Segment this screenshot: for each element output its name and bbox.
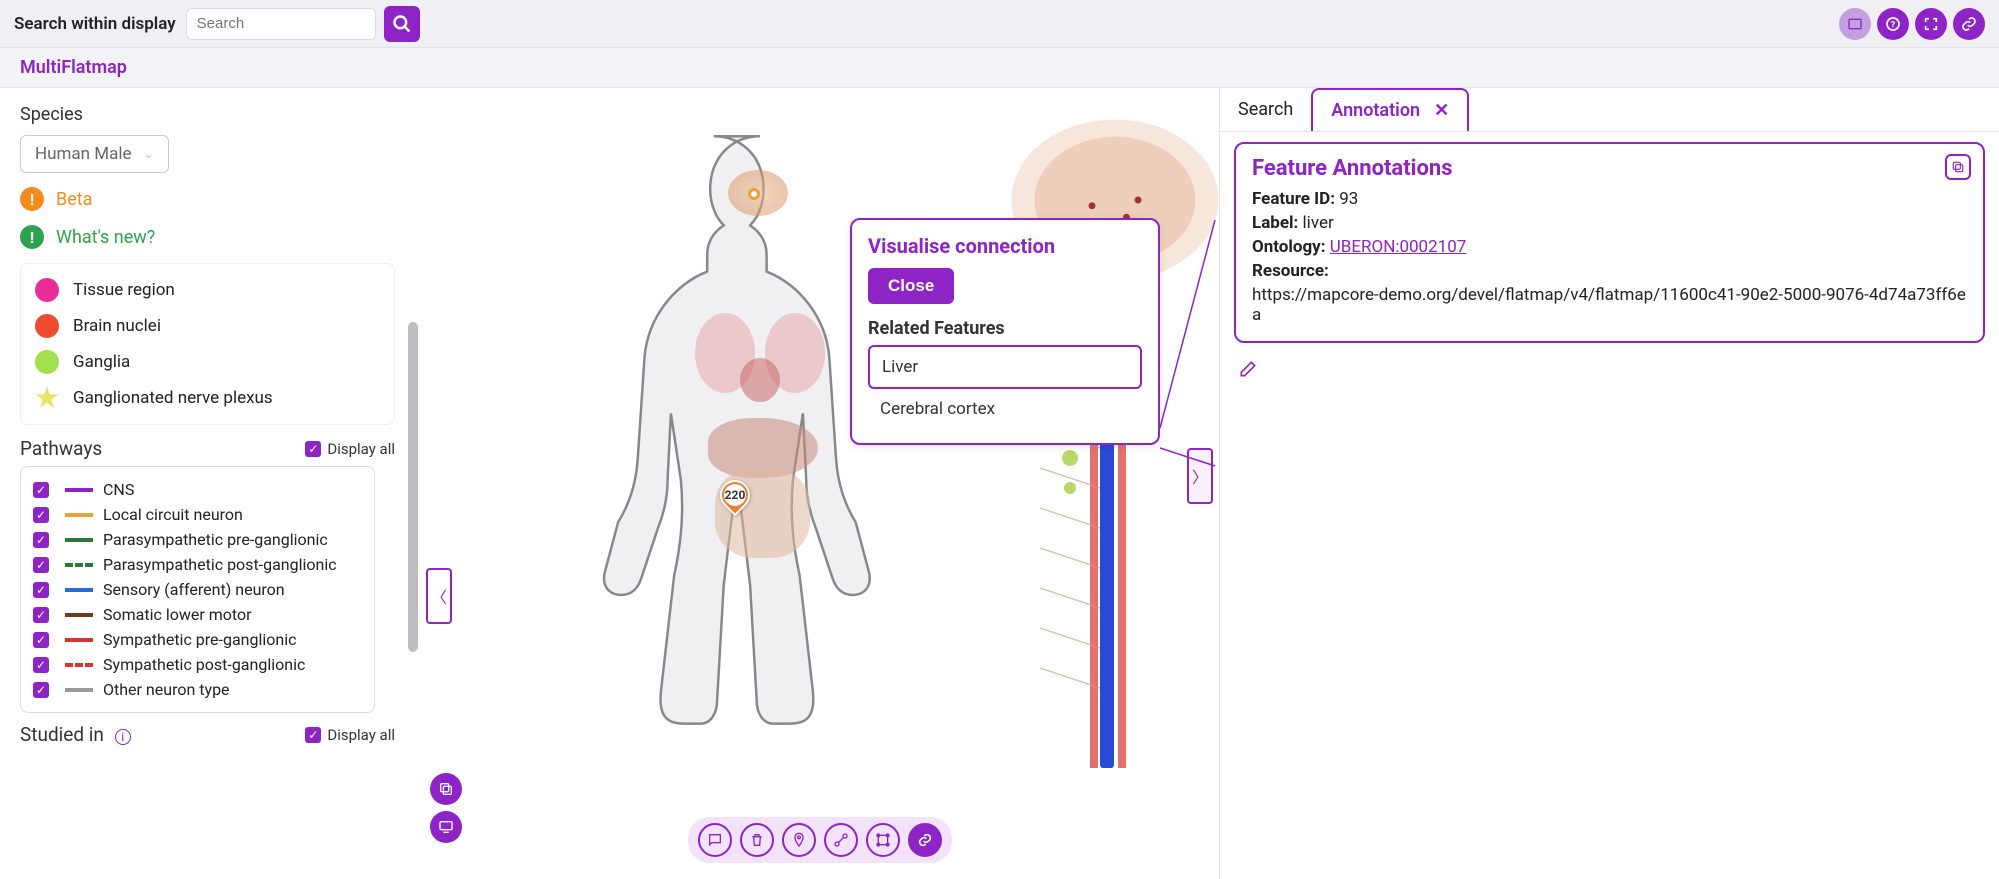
legend-item[interactable]: Tissue region [27, 272, 380, 308]
exclaim-icon: ! [20, 187, 44, 211]
legend: Tissue regionBrain nucleiGangliaGanglion… [20, 263, 395, 425]
pathway-swatch [65, 563, 93, 567]
species-select[interactable]: Human Male ⌄ [20, 135, 169, 173]
legend-dot [35, 278, 59, 302]
tab-search[interactable]: Search [1220, 88, 1311, 131]
annotation-card: Feature Annotations Feature ID: 93 Label… [1234, 142, 1985, 343]
pathway-swatch [65, 513, 93, 517]
edit-icon[interactable] [1238, 359, 1260, 381]
pathway-swatch [65, 588, 93, 592]
svg-text:?: ? [1891, 19, 1896, 30]
page-title: MultiFlatmap [20, 57, 127, 78]
checkbox[interactable] [33, 582, 49, 598]
species-value: Human Male [35, 144, 132, 164]
resource-url: https://mapcore-demo.org/devel/flatmap/v… [1252, 285, 1967, 325]
subheader: MultiFlatmap [0, 48, 1999, 88]
chevron-down-icon: ⌄ [144, 147, 154, 161]
link-tool-icon[interactable] [908, 823, 942, 857]
fullscreen-icon[interactable] [1915, 8, 1947, 40]
pathways-label: Pathways [20, 437, 102, 460]
close-button[interactable]: Close [868, 268, 954, 304]
related-feature-item[interactable]: Cerebral cortex [868, 389, 1142, 429]
pathway-item[interactable]: Sympathetic post-ganglionic [33, 652, 362, 677]
pathway-swatch [65, 638, 93, 642]
canvas-controls [430, 767, 462, 849]
legend-item[interactable]: Brain nuclei [27, 308, 380, 344]
close-icon[interactable]: ✕ [1434, 100, 1449, 121]
copy-view-icon[interactable] [430, 773, 462, 805]
star-icon [35, 386, 59, 410]
tab-annotation[interactable]: Annotation ✕ [1311, 88, 1469, 131]
studied-in-label: Studied in i [20, 723, 131, 746]
exclaim-icon: ! [20, 225, 44, 249]
monitor-icon[interactable] [430, 811, 462, 843]
pathway-item[interactable]: Sensory (afferent) neuron [33, 577, 362, 602]
panel-tabs: Search Annotation ✕ [1220, 88, 1999, 132]
pathway-item[interactable]: Parasympathetic pre-ganglionic [33, 527, 362, 552]
copy-icon[interactable] [1945, 154, 1971, 180]
pathway-item[interactable]: Somatic lower motor [33, 602, 362, 627]
trash-icon[interactable] [740, 823, 774, 857]
related-feature-item[interactable]: Liver [868, 345, 1142, 389]
checkbox[interactable] [33, 532, 49, 548]
visualise-popup: Visualise connection Close Related Featu… [850, 218, 1160, 445]
flatmap-canvas[interactable]: 〈 [420, 88, 1219, 879]
pathway-swatch [65, 488, 93, 492]
checkbox[interactable] [33, 632, 49, 648]
display-all-checkbox[interactable]: Display all [305, 726, 395, 744]
map-marker[interactable]: 220 [720, 480, 750, 510]
whats-new-link[interactable]: What's new? [56, 227, 155, 248]
species-label: Species [20, 104, 420, 125]
search-button[interactable] [384, 6, 420, 42]
checkbox[interactable] [33, 607, 49, 623]
pathway-item[interactable]: CNS [33, 477, 362, 502]
sidebar: Species Human Male ⌄ ! Beta ! What's new… [0, 88, 420, 879]
heart [740, 358, 780, 402]
pathway-item[interactable]: Sympathetic pre-ganglionic [33, 627, 362, 652]
pathway-swatch [65, 663, 93, 667]
help-icon[interactable]: ? [1877, 8, 1909, 40]
annotation-toolbar [688, 817, 952, 863]
right-panel: Search Annotation ✕ Feature Annotations … [1219, 88, 1999, 879]
checkbox[interactable] [33, 657, 49, 673]
pathway-swatch [65, 538, 93, 542]
legend-item[interactable]: Ganglionated nerve plexus [27, 380, 380, 416]
info-icon[interactable]: i [115, 729, 131, 745]
search-icon [392, 14, 412, 34]
connector [1160, 218, 1220, 468]
layout-icon[interactable] [1839, 8, 1871, 40]
bounds-icon[interactable] [866, 823, 900, 857]
display-all-checkbox[interactable]: Display all [305, 440, 395, 458]
search-within-label: Search within display [14, 14, 176, 34]
scrollbar[interactable] [408, 322, 418, 652]
checkbox[interactable] [33, 482, 49, 498]
legend-item[interactable]: Ganglia [27, 344, 380, 380]
topbar: Search within display ? [0, 0, 1999, 48]
collapse-sidebar-button[interactable]: 〈 [426, 568, 452, 624]
checkbox[interactable] [33, 557, 49, 573]
legend-dot [35, 350, 59, 374]
pathway-swatch [65, 688, 93, 692]
annotation-title: Feature Annotations [1252, 156, 1967, 181]
checkbox[interactable] [33, 507, 49, 523]
pin-icon[interactable] [782, 823, 816, 857]
pathways-list: CNSLocal circuit neuronParasympathetic p… [20, 466, 375, 713]
brain-node [748, 188, 760, 200]
pathway-swatch [65, 613, 93, 617]
line-icon[interactable] [824, 823, 858, 857]
pathway-item[interactable]: Parasympathetic post-ganglionic [33, 552, 362, 577]
ontology-link[interactable]: UBERON:0002107 [1330, 237, 1467, 257]
pathway-item[interactable]: Other neuron type [33, 677, 362, 702]
popup-title: Visualise connection [868, 234, 1142, 258]
pathway-item[interactable]: Local circuit neuron [33, 502, 362, 527]
legend-dot [35, 314, 59, 338]
related-features-label: Related Features [868, 318, 1142, 339]
search-input[interactable] [186, 8, 376, 40]
link-icon[interactable] [1953, 8, 1985, 40]
beta-label[interactable]: Beta [56, 189, 92, 210]
comment-icon[interactable] [698, 823, 732, 857]
checkbox[interactable] [33, 682, 49, 698]
